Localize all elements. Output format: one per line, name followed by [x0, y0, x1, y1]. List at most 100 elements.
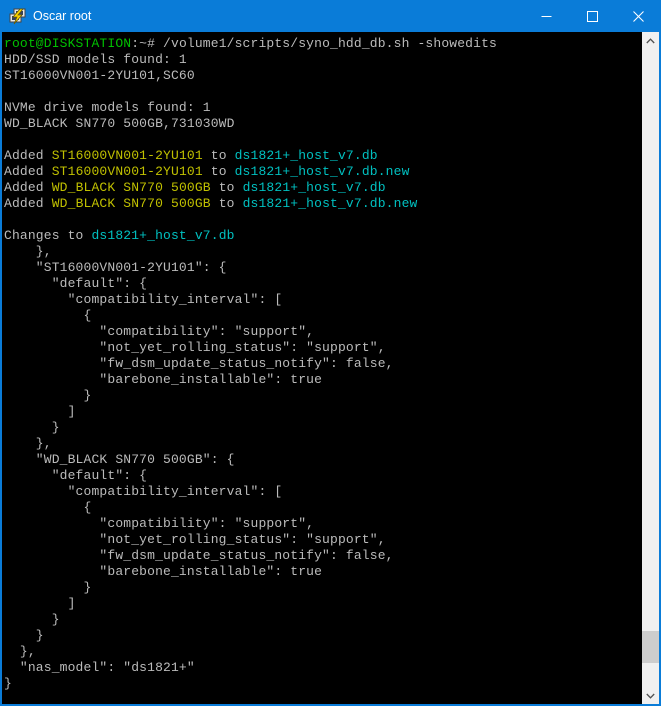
terminal-text-segment: },: [4, 644, 36, 659]
terminal-window: Oscar root root@DISKSTATION:~# /volume1/…: [0, 0, 661, 706]
terminal-text-segment: "not_yet_rolling_status": "support",: [4, 532, 386, 547]
terminal-text-segment: },: [4, 436, 52, 451]
terminal-text-segment: ST16000VN001-2YU101: [52, 164, 203, 179]
terminal-line: },: [4, 644, 642, 660]
scrollbar-track[interactable]: [642, 49, 659, 687]
terminal-text-segment: WD_BLACK SN770 500GB,731030WD: [4, 116, 235, 131]
terminal-text-segment: Added: [4, 164, 52, 179]
terminal-text-segment: "compatibility_interval": [: [4, 292, 282, 307]
terminal-text-segment: "barebone_installable": true: [4, 564, 322, 579]
terminal-line: {: [4, 500, 642, 516]
terminal-text-segment: to: [211, 180, 243, 195]
terminal-text-segment: ds1821+_host_v7.db: [243, 180, 386, 195]
terminal-line: ST16000VN001-2YU101,SC60: [4, 68, 642, 84]
terminal-output[interactable]: root@DISKSTATION:~# /volume1/scripts/syn…: [2, 32, 642, 704]
terminal-line: NVMe drive models found: 1: [4, 100, 642, 116]
terminal-text-segment: }: [4, 612, 60, 627]
terminal-text-segment: "nas_model": "ds1821+": [4, 660, 195, 675]
terminal-line: "default": {: [4, 468, 642, 484]
terminal-text-segment: ds1821+_host_v7.db: [235, 148, 378, 163]
terminal-text-segment: },: [4, 244, 52, 259]
terminal-text-segment: to: [203, 164, 235, 179]
minimize-button[interactable]: [523, 0, 569, 32]
putty-icon[interactable]: [9, 8, 26, 25]
terminal-line: }: [4, 388, 642, 404]
terminal-line: }: [4, 420, 642, 436]
terminal-text-segment: WD_BLACK SN770 500GB: [52, 180, 211, 195]
terminal-text-segment: "fw_dsm_update_status_notify": false,: [4, 548, 394, 563]
terminal-text-segment: Added: [4, 196, 52, 211]
terminal-text-segment: "compatibility": "support",: [4, 324, 314, 339]
scrollbar-thumb[interactable]: [642, 631, 659, 663]
terminal-line: [4, 212, 642, 228]
terminal-text-segment: "fw_dsm_update_status_notify": false,: [4, 356, 394, 371]
terminal-line: "WD_BLACK SN770 500GB": {: [4, 452, 642, 468]
terminal-line: ]: [4, 404, 642, 420]
terminal-line: WD_BLACK SN770 500GB,731030WD: [4, 116, 642, 132]
terminal-text-segment: }: [4, 628, 44, 643]
terminal-text-segment: ]: [4, 404, 76, 419]
terminal-line: "nas_model": "ds1821+": [4, 660, 642, 676]
terminal-text-segment: "default": {: [4, 468, 147, 483]
terminal-text-segment: Added: [4, 148, 52, 163]
chevron-down-icon: [646, 693, 655, 699]
terminal-line: ]: [4, 596, 642, 612]
terminal-line: "not_yet_rolling_status": "support",: [4, 340, 642, 356]
terminal-line: Added ST16000VN001-2YU101 to ds1821+_hos…: [4, 148, 642, 164]
maximize-button[interactable]: [569, 0, 615, 32]
terminal-line: HDD/SSD models found: 1: [4, 52, 642, 68]
terminal-text-segment: WD_BLACK SN770 500GB: [52, 196, 211, 211]
terminal-line: "default": {: [4, 276, 642, 292]
terminal-text-segment: root@DISKSTATION: [4, 36, 131, 51]
terminal-text-segment: "compatibility_interval": [: [4, 484, 282, 499]
terminal-text-segment: :~# /volume1/scripts/syno_hdd_db.sh -sho…: [131, 36, 497, 51]
terminal-line: Added ST16000VN001-2YU101 to ds1821+_hos…: [4, 164, 642, 180]
terminal-line: "compatibility_interval": [: [4, 292, 642, 308]
scroll-down-button[interactable]: [642, 687, 659, 704]
terminal-text-segment: HDD/SSD models found: 1: [4, 52, 187, 67]
terminal-line: },: [4, 436, 642, 452]
terminal-text-segment: "default": {: [4, 276, 147, 291]
terminal-text-segment: {: [4, 500, 91, 515]
terminal-line: {: [4, 308, 642, 324]
close-icon: [633, 11, 644, 22]
terminal-text-segment: {: [4, 308, 91, 323]
close-button[interactable]: [615, 0, 661, 32]
terminal-text-segment: "compatibility": "support",: [4, 516, 314, 531]
terminal-text-segment: ]: [4, 596, 76, 611]
terminal-text-segment: ds1821+_host_v7.db.new: [235, 164, 410, 179]
chevron-up-icon: [646, 38, 655, 44]
terminal-text-segment: ds1821+_host_v7.db: [91, 228, 234, 243]
terminal-line: "compatibility_interval": [: [4, 484, 642, 500]
terminal-line: "fw_dsm_update_status_notify": false,: [4, 356, 642, 372]
terminal-line: }: [4, 628, 642, 644]
terminal-line: }: [4, 580, 642, 596]
scrollbar[interactable]: [642, 32, 659, 704]
terminal-text-segment: }: [4, 420, 60, 435]
terminal-line: }: [4, 676, 642, 692]
terminal-text-segment: NVMe drive models found: 1: [4, 100, 211, 115]
terminal-text-segment: ST16000VN001-2YU101,SC60: [4, 68, 195, 83]
terminal-line: [4, 132, 642, 148]
terminal-text-segment: "not_yet_rolling_status": "support",: [4, 340, 386, 355]
titlebar[interactable]: Oscar root: [0, 0, 661, 32]
terminal-text-segment: ds1821+_host_v7.db.new: [243, 196, 418, 211]
window-title: Oscar root: [33, 9, 523, 23]
terminal-line: [4, 84, 642, 100]
terminal-line: "barebone_installable": true: [4, 564, 642, 580]
scroll-up-button[interactable]: [642, 32, 659, 49]
terminal-line: "fw_dsm_update_status_notify": false,: [4, 548, 642, 564]
terminal-text-segment: to: [211, 196, 243, 211]
terminal-text-segment: "ST16000VN001-2YU101": {: [4, 260, 227, 275]
terminal-text-segment: Changes to: [4, 228, 91, 243]
terminal-line: Changes to ds1821+_host_v7.db: [4, 228, 642, 244]
terminal-line: Added WD_BLACK SN770 500GB to ds1821+_ho…: [4, 180, 642, 196]
minimize-icon: [541, 11, 552, 22]
terminal-text-segment: }: [4, 388, 91, 403]
terminal-line: "not_yet_rolling_status": "support",: [4, 532, 642, 548]
terminal-line: }: [4, 612, 642, 628]
maximize-icon: [587, 11, 598, 22]
terminal-content: root@DISKSTATION:~# /volume1/scripts/syn…: [2, 32, 659, 704]
terminal-line: Added WD_BLACK SN770 500GB to ds1821+_ho…: [4, 196, 642, 212]
terminal-text-segment: "WD_BLACK SN770 500GB": {: [4, 452, 235, 467]
